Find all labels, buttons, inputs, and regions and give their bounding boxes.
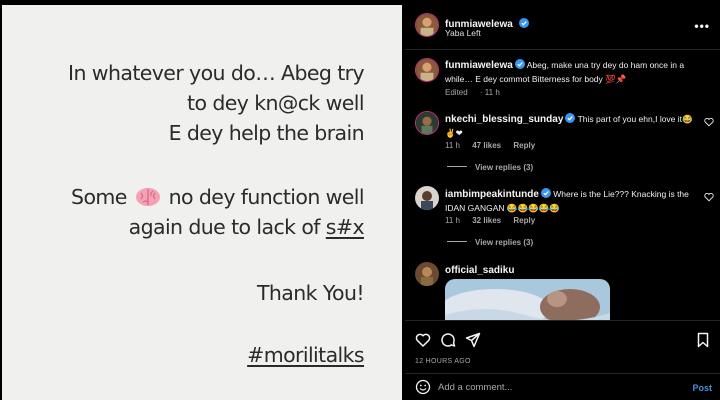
caption-edited: Edited · 11 h: [445, 88, 500, 97]
comment-meta: 11 h 47 likes Reply: [445, 141, 545, 150]
comment-meta: 11 h 32 likes Reply: [445, 216, 545, 225]
post-text-thank-you: Thank You!: [256, 281, 365, 305]
comment-item: iambimpeakintunde Where is the Lie??? Kn…: [445, 188, 700, 214]
verified-badge-icon: [519, 15, 530, 28]
verified-badge-icon: [565, 113, 576, 123]
comment-likes[interactable]: 47 likes: [472, 141, 501, 150]
comment-item: nkechi_blessing_sunday This part of you …: [445, 113, 700, 139]
comments-panel: funmiawelewa Yaba Left ••• funmiawelewa …: [405, 0, 720, 400]
comment-username[interactable]: nkechi_blessing_sunday: [445, 114, 563, 125]
post-location[interactable]: Yaba Left: [445, 28, 481, 38]
bookmark-icon[interactable]: [695, 332, 711, 348]
comment-age: 11 h: [445, 216, 460, 225]
comment-item: official_sadiku: [445, 264, 700, 278]
add-comment-input[interactable]: [438, 378, 668, 396]
like-comment-heart-icon[interactable]: [704, 117, 714, 127]
post-text-some: Some: [71, 185, 127, 209]
verified-badge-icon: [514, 59, 525, 69]
post-text-no-dey: no dey function well: [168, 185, 365, 209]
post-image-panel: In whatever you do… Abeg try to dey kn@c…: [0, 0, 405, 400]
smiley-icon[interactable]: [415, 379, 431, 395]
comment-icon[interactable]: [440, 332, 456, 348]
comment-username[interactable]: iambimpeakintunde: [445, 189, 539, 200]
replies-divider: [447, 241, 467, 242]
caption-avatar[interactable]: [415, 58, 439, 82]
more-options-icon[interactable]: •••: [694, 19, 710, 33]
post-text-line-1: In whatever you do… Abeg try: [68, 61, 365, 85]
reply-button[interactable]: Reply: [513, 141, 535, 150]
post-text-line-5: again due to lack of s#x: [128, 215, 365, 239]
share-icon[interactable]: [465, 332, 481, 348]
post-text-line-3: E dey help the brain: [168, 121, 365, 145]
post-text-again: again due to lack of: [128, 215, 326, 239]
caption-meta: Edited · 11 h: [445, 88, 520, 97]
replies-divider: [447, 166, 467, 167]
post-header: funmiawelewa Yaba Left •••: [405, 0, 720, 50]
add-comment-bar: Post: [405, 373, 720, 400]
action-bar: 12 HOURS AGO Post: [405, 320, 720, 400]
comment-media-preview[interactable]: [445, 279, 610, 321]
like-comment-heart-icon[interactable]: [704, 192, 714, 202]
comment-username[interactable]: official_sadiku: [445, 265, 514, 276]
comment-age: 11 h: [445, 141, 460, 150]
caption-username[interactable]: funmiawelewa: [445, 60, 513, 71]
post-text-line-2: to dey kn@ck well: [187, 91, 365, 115]
brain-icon: [135, 187, 161, 207]
post-text-line-4: Some no dey function well: [71, 185, 365, 209]
commenter-avatar[interactable]: [415, 186, 439, 210]
comment-likes[interactable]: 32 likes: [472, 216, 501, 225]
view-replies-button[interactable]: View replies (3): [447, 238, 533, 247]
caption: funmiawelewa Abeg, make una try dey do h…: [445, 59, 700, 85]
reply-button[interactable]: Reply: [513, 216, 535, 225]
commenter-avatar[interactable]: [415, 111, 439, 135]
post-hashtag-text[interactable]: #morilitalks: [247, 343, 364, 367]
post-image: In whatever you do… Abeg try to dey kn@c…: [2, 5, 402, 400]
post-text-underlined-word: s#x: [325, 215, 365, 239]
commenter-avatar[interactable]: [415, 262, 439, 286]
post-comment-button[interactable]: Post: [692, 383, 712, 393]
heart-icon[interactable]: [415, 332, 431, 348]
view-replies-button[interactable]: View replies (3): [447, 163, 533, 172]
verified-badge-icon: [540, 188, 551, 198]
post-timestamp[interactable]: 12 HOURS AGO: [415, 358, 471, 365]
post-hashtag[interactable]: #morilitalks: [247, 343, 364, 367]
author-avatar[interactable]: [415, 13, 439, 37]
